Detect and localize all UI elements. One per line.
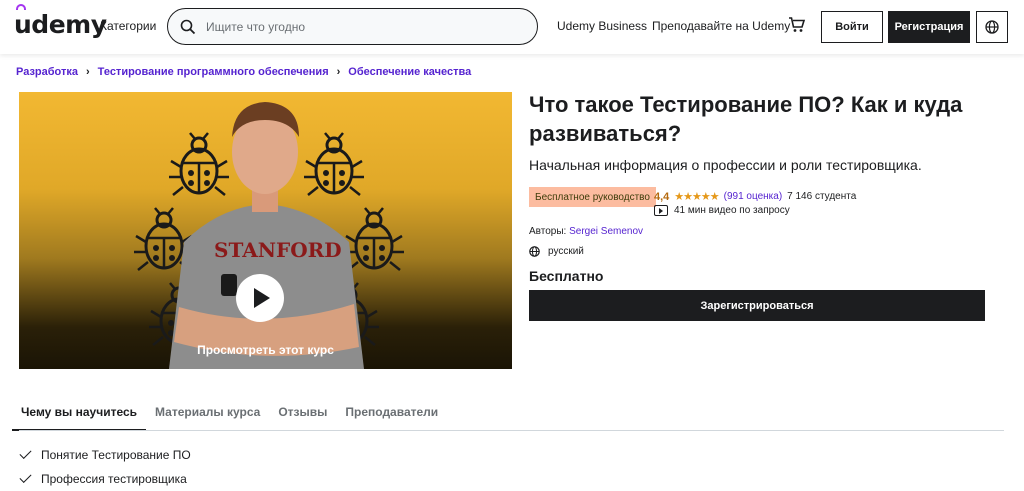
breadcrumb-item-quality-assurance[interactable]: Обеспечение качества <box>348 66 471 78</box>
language-text: русский <box>548 246 584 257</box>
breadcrumb-item-software-testing[interactable]: Тестирование программного обеспечения <box>98 66 329 78</box>
author-link[interactable]: Sergei Semenov <box>569 226 643 237</box>
learn-item-text: Профессия тестировщика <box>41 472 187 486</box>
check-icon <box>19 446 32 460</box>
rating-stars-icon: ★★★★★ <box>674 191 719 203</box>
globe-icon <box>529 246 540 257</box>
course-authors: Авторы: Sergei Semenov <box>529 226 643 237</box>
breadcrumb: Разработка › Тестирование программного о… <box>16 66 471 78</box>
categories-link[interactable]: Категории <box>100 19 156 33</box>
search-input[interactable] <box>206 19 506 34</box>
list-item: Профессия тестировщика <box>19 468 191 490</box>
authors-label: Авторы: <box>529 226 567 237</box>
tab-reviews[interactable]: Отзывы <box>269 396 336 431</box>
video-icon <box>654 205 668 216</box>
signup-button[interactable]: Регистрация <box>888 11 970 43</box>
course-preview-video[interactable]: STANFORD Просмотреть этот курс <box>19 92 512 369</box>
shirt-text: STANFORD <box>214 238 342 262</box>
udemy-business-link[interactable]: Udemy Business <box>557 19 647 33</box>
chevron-right-icon: › <box>336 66 341 78</box>
course-title: Что такое Тестирование ПО? Как и куда ра… <box>529 92 963 146</box>
course-tabs: Чему вы научитесь Материалы курса Отзывы… <box>12 396 447 431</box>
list-item: Понятие Тестирование ПО <box>19 444 191 466</box>
tab-instructors[interactable]: Преподаватели <box>336 396 447 431</box>
globe-icon <box>985 20 999 34</box>
header: udemy Категории Udemy Business Преподава… <box>0 0 1024 54</box>
rating-number: 4,4 <box>654 190 670 203</box>
preview-illustration: STANFORD <box>132 102 406 369</box>
rating-count[interactable]: (991 оценка) <box>724 191 783 202</box>
learn-list: Понятие Тестирование ПО Профессия тестир… <box>19 444 191 491</box>
course-rating: 4,4 ★★★★★ (991 оценка) 7 146 студента <box>654 190 857 204</box>
course-subtitle: Начальная информация о профессии и роли … <box>529 157 922 173</box>
udemy-logo[interactable]: udemy <box>14 4 107 39</box>
course-price: Бесплатно <box>529 268 604 284</box>
tab-course-content[interactable]: Материалы курса <box>146 396 269 431</box>
course-language: русский <box>529 246 584 257</box>
login-button[interactable]: Войти <box>821 11 883 43</box>
logo-text: udemy <box>14 10 107 39</box>
search-icon[interactable] <box>180 19 196 35</box>
preview-course-label[interactable]: Просмотреть этот курс <box>19 343 512 357</box>
teach-on-udemy-link[interactable]: Преподавайте на Udemy <box>652 19 790 33</box>
play-icon <box>254 288 270 308</box>
cart-icon[interactable] <box>788 16 806 34</box>
tab-what-you-learn[interactable]: Чему вы научитесь <box>12 396 147 431</box>
students-count: 7 146 студента <box>787 191 857 202</box>
language-button[interactable] <box>976 11 1008 43</box>
breadcrumb-item-development[interactable]: Разработка <box>16 66 78 78</box>
chevron-right-icon: › <box>86 66 90 78</box>
course-duration: 41 мин видео по запросу <box>654 205 790 216</box>
duration-text: 41 мин видео по запросу <box>674 205 790 216</box>
play-button[interactable] <box>236 274 284 322</box>
free-guide-badge: Бесплатное руководство <box>529 187 656 207</box>
tabs-divider <box>19 430 1004 431</box>
learn-item-text: Понятие Тестирование ПО <box>41 448 191 462</box>
enroll-button[interactable]: Зарегистрироваться <box>529 290 985 321</box>
check-icon <box>19 470 32 484</box>
search-bar[interactable] <box>167 8 538 45</box>
logo-mark <box>16 4 26 10</box>
